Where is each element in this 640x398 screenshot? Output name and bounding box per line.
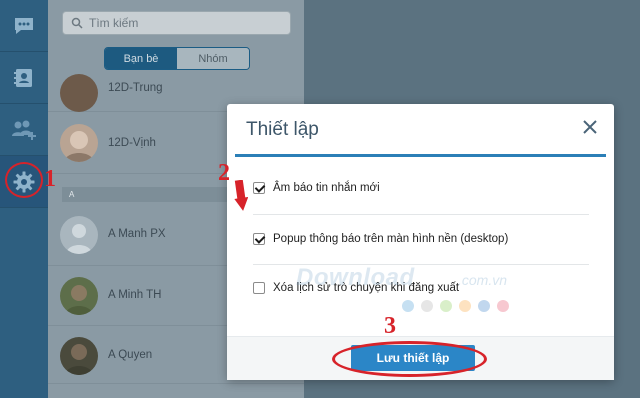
- watermark-dot: [402, 300, 414, 312]
- contact-name: A Minh TH: [108, 289, 162, 301]
- sound-notification-checkbox[interactable]: [253, 182, 265, 194]
- divider: [253, 214, 589, 215]
- tab-groups[interactable]: Nhóm: [177, 48, 249, 69]
- tab-friends[interactable]: Bạn bè: [105, 48, 177, 69]
- watermark-dot: [440, 300, 452, 312]
- watermark-domain: .com.vn: [458, 272, 508, 288]
- option-desktop-popup[interactable]: Popup thông báo trên màn hình nền (deskt…: [253, 233, 508, 245]
- rail-add-friend[interactable]: [0, 104, 48, 156]
- annotation-ring-save: [332, 341, 487, 377]
- annotation-step-1: 1: [44, 166, 56, 192]
- avatar: [60, 337, 98, 375]
- option-sound-notification[interactable]: Âm báo tin nhắn mới: [253, 182, 380, 194]
- icon-rail: [0, 0, 48, 398]
- annotation-ring-settings: [5, 162, 43, 198]
- settings-dialog: Thiết lập Âm báo tin nhắn mới Popup thôn…: [227, 104, 614, 380]
- avatar: [60, 124, 98, 162]
- chat-icon: [15, 17, 33, 34]
- close-icon[interactable]: [582, 119, 598, 135]
- contact-name: 12D-Vịnh: [108, 137, 156, 149]
- clear-history-checkbox[interactable]: [253, 282, 265, 294]
- rail-chat[interactable]: [0, 0, 48, 52]
- contact-name: 12D-Trung: [108, 82, 163, 94]
- search-box[interactable]: [62, 11, 291, 35]
- desktop-popup-checkbox[interactable]: [253, 233, 265, 245]
- avatar: [60, 216, 98, 254]
- annotation-arrow: [234, 180, 248, 211]
- avatar: [60, 277, 98, 315]
- title-divider: [235, 154, 606, 157]
- contact-name: A Manh PX: [108, 228, 166, 240]
- watermark-dot: [497, 300, 509, 312]
- watermark-dot: [478, 300, 490, 312]
- watermark-dots: [402, 300, 516, 312]
- watermark-dot: [421, 300, 433, 312]
- annotation-step-2: 2: [218, 160, 230, 186]
- watermark-brand: Download: [296, 264, 415, 291]
- rail-contacts[interactable]: [0, 52, 48, 104]
- contact-tabs: Bạn bè Nhóm: [104, 47, 250, 70]
- search-icon: [71, 17, 83, 29]
- dialog-title: Thiết lập: [246, 119, 319, 140]
- search-input[interactable]: [89, 14, 284, 32]
- contact-name: A Quyen: [108, 349, 153, 361]
- annotation-step-3: 3: [384, 313, 396, 339]
- add-friend-icon: [12, 120, 36, 140]
- watermark-dot: [459, 300, 471, 312]
- option-label: Popup thông báo trên màn hình nền (deskt…: [273, 233, 509, 245]
- contacts-icon: [14, 68, 32, 87]
- avatar: [60, 74, 98, 112]
- option-label: Âm báo tin nhắn mới: [273, 182, 380, 194]
